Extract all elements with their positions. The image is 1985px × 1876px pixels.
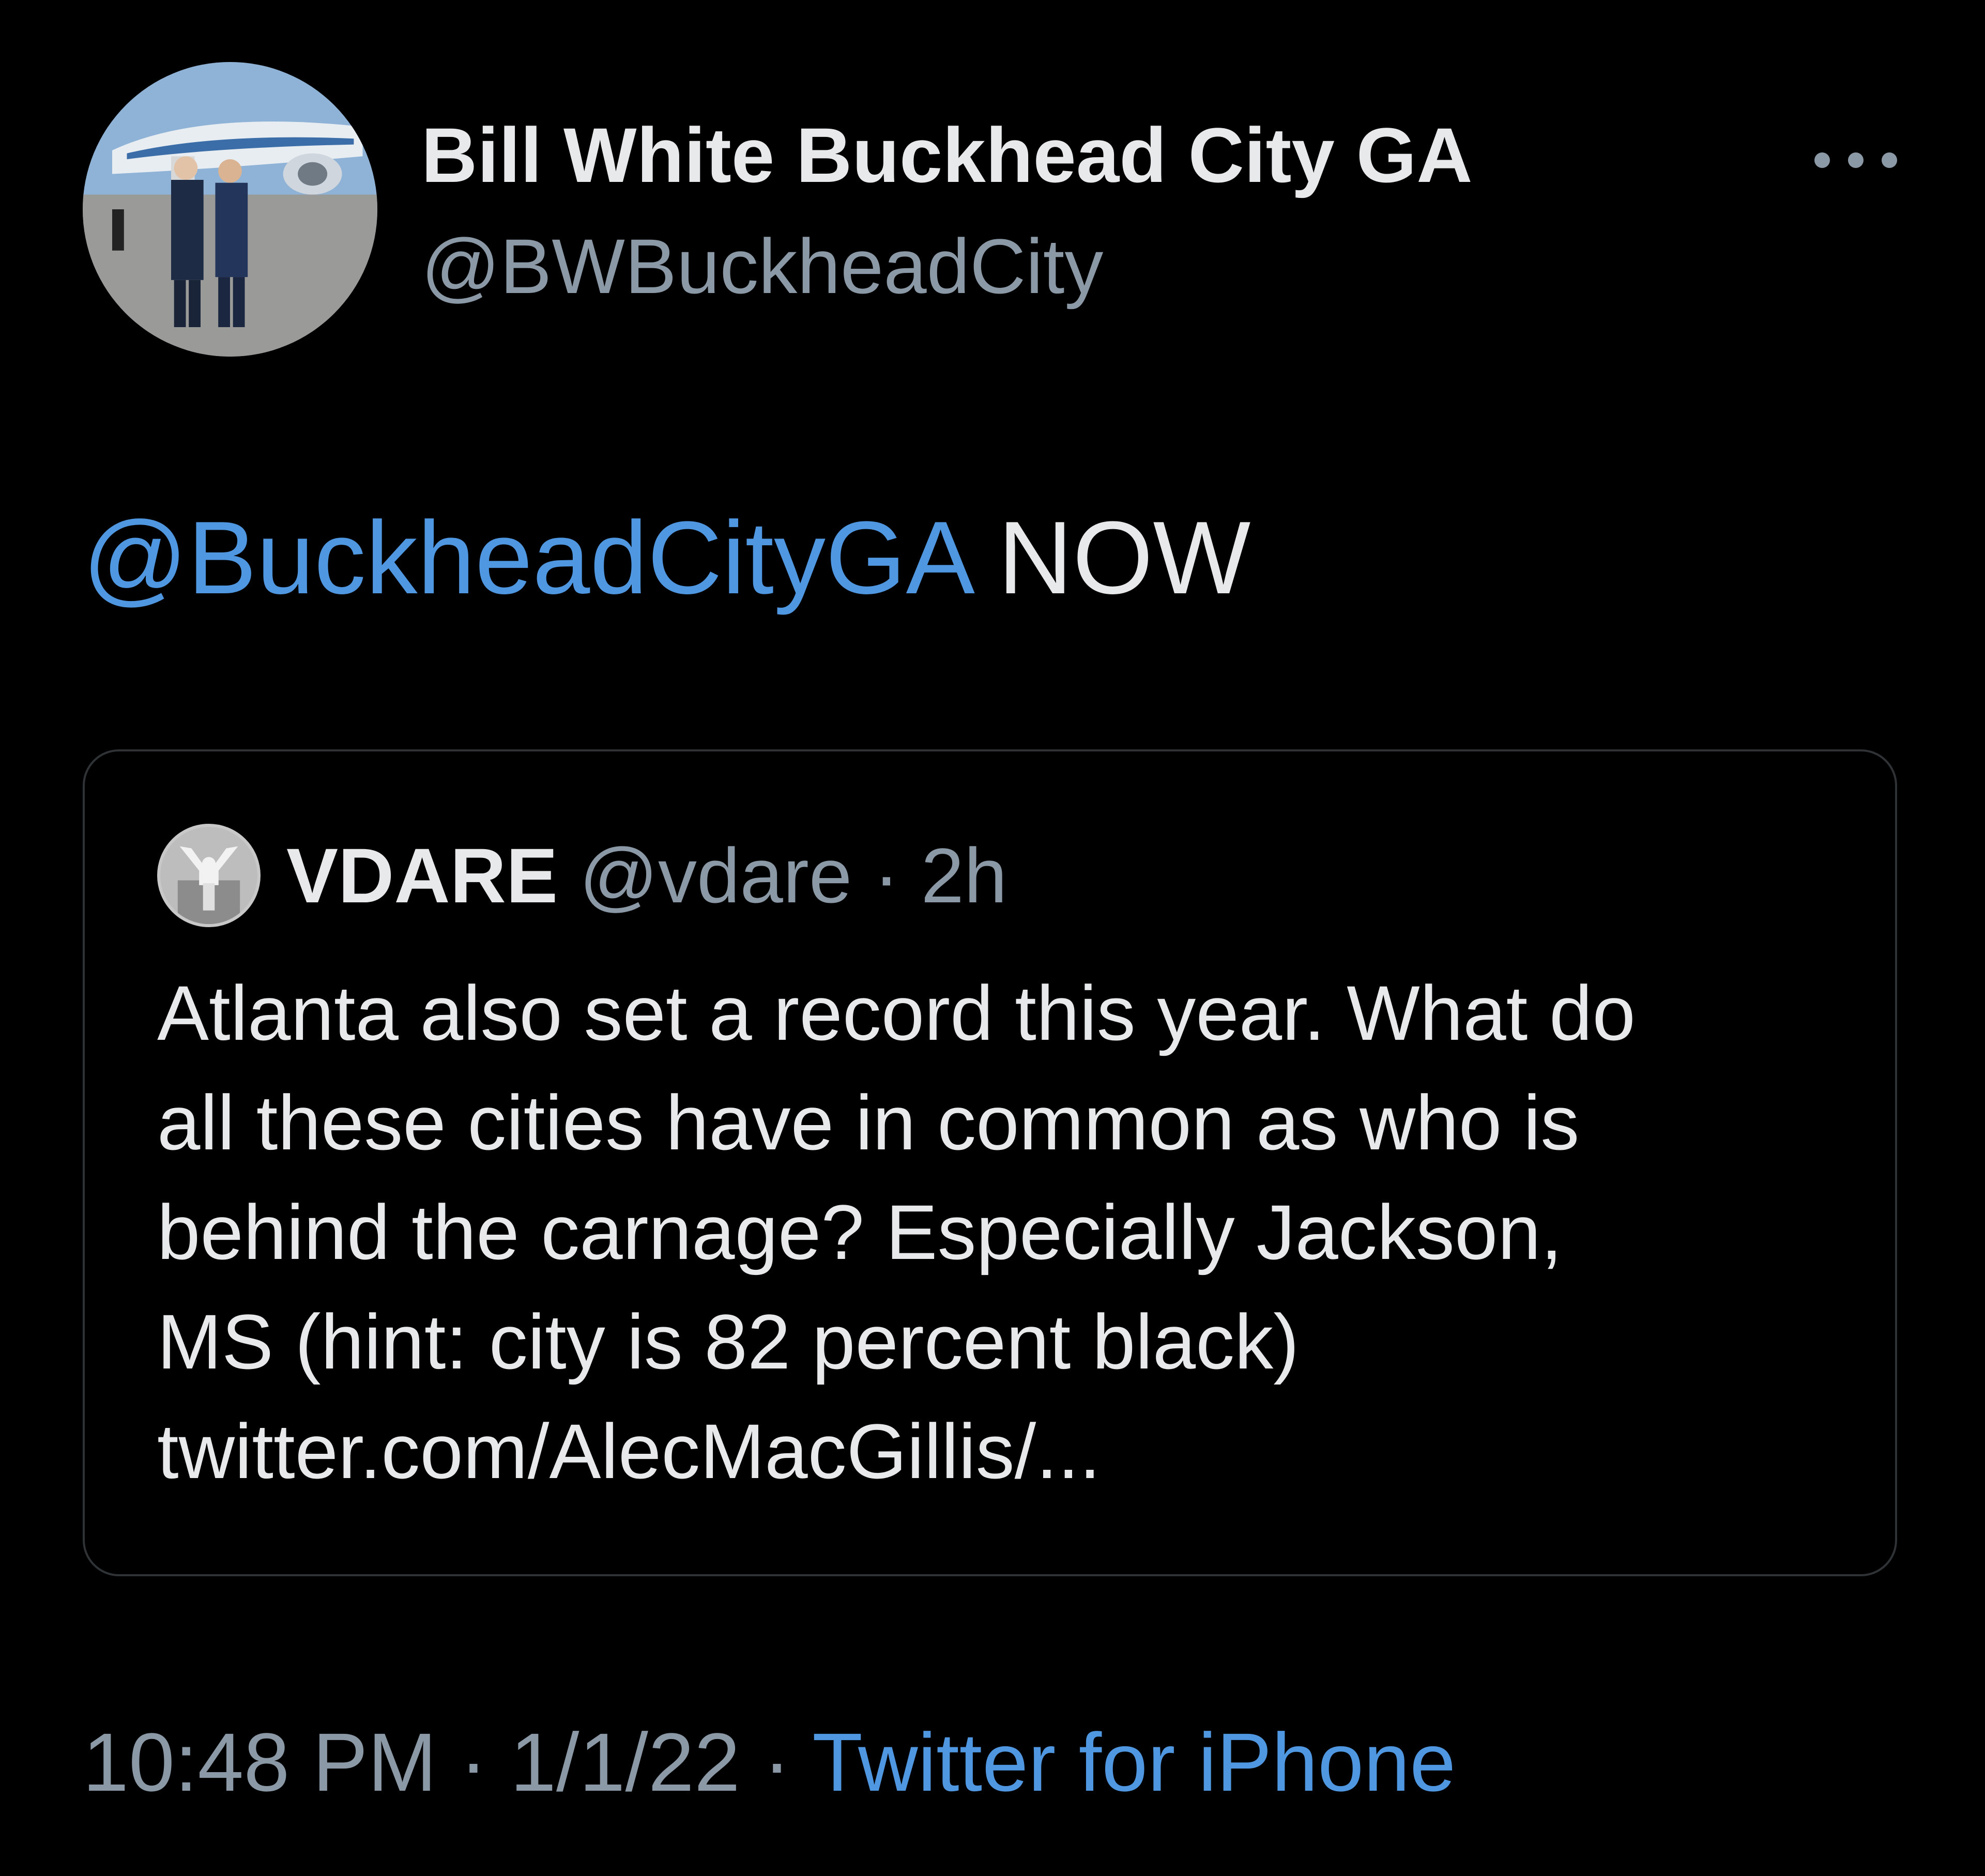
tweet: Bill White Buckhead City GA @BWBuckheadC… bbox=[0, 0, 1985, 1876]
tweet-text: @BuckheadCityGA NOW bbox=[83, 506, 1250, 610]
footer-separator: · bbox=[740, 1716, 813, 1808]
quoted-tweet-link[interactable]: twitter.com/AlecMacGillis/... bbox=[157, 1396, 1863, 1506]
tweet-text-body: NOW bbox=[969, 500, 1251, 616]
tweet-time[interactable]: 10:48 PM bbox=[83, 1716, 437, 1808]
quoted-author-avatar-image bbox=[160, 827, 257, 924]
quoted-tweet-line: all these cities have in common as who i… bbox=[157, 1079, 1580, 1166]
author-handle[interactable]: @BWBuckheadCity bbox=[421, 227, 1103, 305]
tweet-mention-link[interactable]: @BuckheadCityGA bbox=[83, 500, 969, 616]
quoted-tweet-card[interactable]: VDARE @vdare · 2h Atlanta also set a rec… bbox=[83, 749, 1897, 1576]
tweet-footer: 10:48 PM · 1/1/22 · Twitter for iPhone bbox=[83, 1721, 1456, 1804]
quoted-tweet-line: MS (hint: city is 82 percent black) bbox=[157, 1298, 1300, 1385]
more-horizontal-icon-dot bbox=[1848, 152, 1864, 168]
author-display-name[interactable]: Bill White Buckhead City GA bbox=[421, 116, 1473, 194]
more-horizontal-icon-dot bbox=[1882, 152, 1897, 168]
quoted-tweet-line: behind the carnage? Especially Jackson, bbox=[157, 1189, 1563, 1275]
tweet-source-link[interactable]: Twitter for iPhone bbox=[812, 1716, 1456, 1808]
quoted-tweet-header: VDARE @vdare · 2h bbox=[286, 837, 1007, 914]
quoted-tweet-line: Atlanta also set a record this year. Wha… bbox=[157, 970, 1636, 1056]
author-avatar[interactable] bbox=[83, 62, 377, 357]
quoted-tweet-body: Atlanta also set a record this year. Wha… bbox=[157, 958, 1863, 1506]
more-horizontal-icon bbox=[1814, 152, 1830, 168]
author-avatar-image bbox=[83, 62, 377, 357]
quoted-author-avatar[interactable] bbox=[157, 824, 261, 927]
more-options-button[interactable] bbox=[1814, 140, 1897, 181]
quoted-author-display-name[interactable]: VDARE bbox=[286, 832, 558, 919]
footer-separator: · bbox=[436, 1716, 511, 1808]
quoted-author-meta: @vdare · 2h bbox=[558, 832, 1007, 919]
tweet-date[interactable]: 1/1/22 bbox=[510, 1716, 740, 1808]
